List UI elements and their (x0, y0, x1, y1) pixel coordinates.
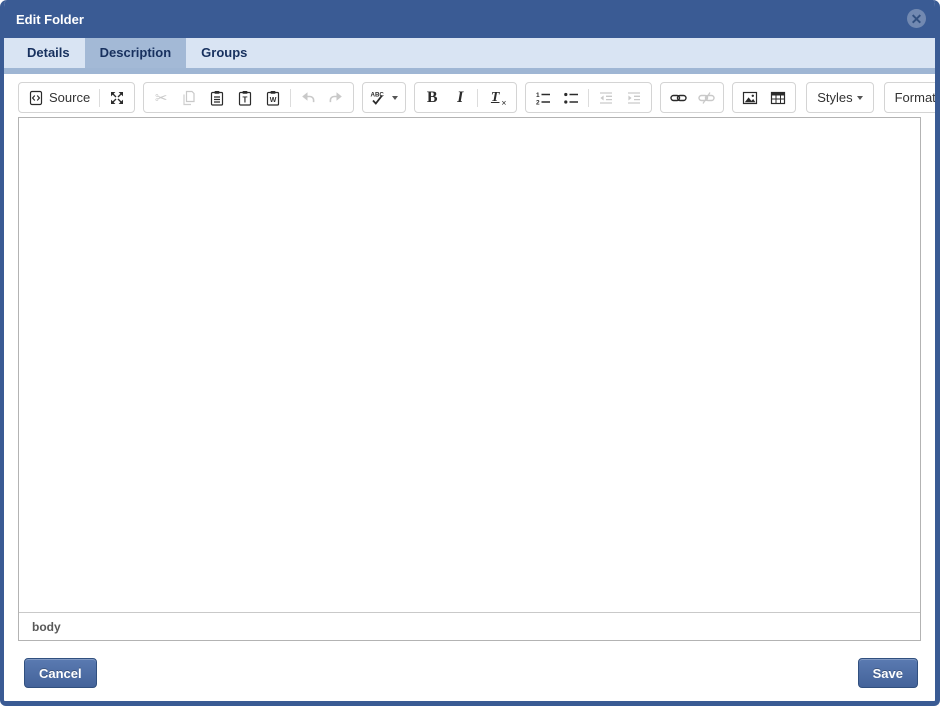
cut-icon: ✂ (155, 89, 168, 107)
undo-icon (300, 90, 316, 106)
format-dropdown[interactable]: Format (884, 82, 940, 113)
cancel-button[interactable]: Cancel (24, 658, 97, 688)
remove-format-icon: T× (491, 90, 500, 106)
paste-icon (209, 90, 225, 106)
bulleted-list-button[interactable] (557, 84, 585, 111)
decrease-indent-icon (598, 90, 614, 106)
cut-button[interactable]: ✂ (147, 84, 175, 111)
redo-icon (328, 90, 344, 106)
styles-dropdown[interactable]: Styles (806, 82, 873, 113)
dialog-content: Source ✂ (4, 74, 935, 701)
toolbar-group-links (660, 82, 724, 113)
increase-indent-button[interactable] (620, 84, 648, 111)
element-path-bar[interactable]: body (19, 612, 920, 640)
save-button[interactable]: Save (858, 658, 918, 688)
paste-button[interactable] (203, 84, 231, 111)
italic-button[interactable]: I (446, 84, 474, 111)
format-dropdown-label: Format (895, 90, 936, 105)
dialog-titlebar: Edit Folder ✕ (4, 0, 935, 38)
element-path-item[interactable]: body (32, 620, 61, 634)
table-button[interactable] (764, 84, 792, 111)
maximize-icon (109, 90, 125, 106)
toolbar-separator (477, 89, 478, 107)
source-button[interactable]: Source (22, 84, 96, 111)
paste-word-icon: W (265, 90, 281, 106)
italic-icon: I (457, 89, 463, 107)
toolbar-group-spellcheck: ABC (362, 82, 406, 113)
toolbar-group-insert (732, 82, 796, 113)
unlink-button[interactable] (692, 84, 720, 111)
edit-folder-dialog: Edit Folder ✕ Details Description Groups (0, 0, 940, 706)
toolbar-group-document: Source (18, 82, 135, 113)
bold-icon: B (427, 89, 438, 107)
tab-details[interactable]: Details (12, 38, 85, 68)
bold-button[interactable]: B (418, 84, 446, 111)
dialog-title: Edit Folder (16, 12, 84, 27)
copy-button[interactable] (175, 84, 203, 111)
tab-description[interactable]: Description (85, 38, 187, 68)
source-icon (28, 90, 44, 106)
close-icon[interactable]: ✕ (907, 9, 926, 28)
redo-button[interactable] (322, 84, 350, 111)
link-button[interactable] (664, 84, 692, 111)
rich-text-editor: body (18, 117, 921, 641)
remove-format-button[interactable]: T× (481, 84, 509, 111)
chevron-down-icon (857, 96, 863, 100)
maximize-button[interactable] (103, 84, 131, 111)
svg-text:W: W (270, 97, 277, 104)
tab-groups[interactable]: Groups (186, 38, 262, 68)
image-button[interactable] (736, 84, 764, 111)
image-icon (742, 90, 758, 106)
svg-text:1: 1 (536, 92, 540, 99)
toolbar-separator (290, 89, 291, 107)
copy-icon (181, 90, 197, 106)
numbered-list-button[interactable]: 1 2 (529, 84, 557, 111)
link-icon (670, 90, 687, 106)
styles-dropdown-label: Styles (817, 90, 852, 105)
bulleted-list-icon (563, 90, 579, 106)
numbered-list-icon: 1 2 (535, 90, 551, 106)
increase-indent-icon (626, 90, 642, 106)
paste-word-button[interactable]: W (259, 84, 287, 111)
editor-content-area[interactable] (19, 118, 920, 612)
toolbar-separator (99, 89, 100, 107)
undo-button[interactable] (294, 84, 322, 111)
spellcheck-button[interactable]: ABC (366, 84, 402, 111)
svg-text:2: 2 (536, 99, 540, 106)
toolbar-group-clipboard: ✂ (143, 82, 354, 113)
toolbar-separator (588, 89, 589, 107)
svg-text:ABC: ABC (371, 91, 385, 98)
svg-text:T: T (243, 95, 248, 104)
paste-text-icon: T (237, 90, 253, 106)
dialog-footer: Cancel Save (4, 641, 935, 701)
unlink-icon (698, 90, 715, 106)
spellcheck-icon: ABC (370, 90, 388, 106)
table-icon (770, 90, 786, 106)
editor-toolbar: Source ✂ (4, 74, 935, 117)
toolbar-group-lists: 1 2 (525, 82, 652, 113)
paste-text-button[interactable]: T (231, 84, 259, 111)
chevron-down-icon (392, 96, 398, 100)
toolbar-group-basicstyles: B I T× (414, 82, 517, 113)
source-button-label: Source (49, 90, 90, 105)
tab-bar: Details Description Groups (4, 38, 935, 68)
decrease-indent-button[interactable] (592, 84, 620, 111)
